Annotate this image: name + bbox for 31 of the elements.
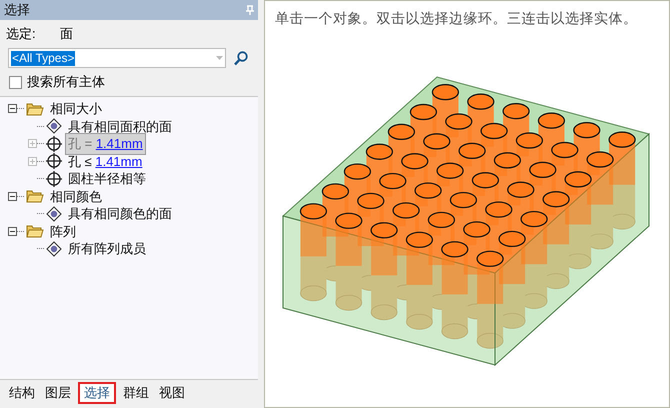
- value-link[interactable]: 1.41mm: [95, 154, 142, 168]
- folder-icon: [26, 102, 44, 116]
- dropdown-arrow-icon: [216, 56, 223, 60]
- search-icon[interactable]: [234, 50, 248, 66]
- tree-item[interactable]: 孔 = 1.41mm: [65, 133, 146, 154]
- folder-icon: [26, 189, 44, 204]
- checkbox[interactable]: [9, 76, 22, 88]
- expand-toggle[interactable]: [8, 226, 17, 236]
- viewport-hint: 单击一个对象。双击以选择边缘环。三连击以选择实体。: [274, 9, 638, 28]
- selection-value: 面: [60, 25, 73, 44]
- diamond-icon: [46, 240, 62, 257]
- tab[interactable]: 结构: [5, 382, 39, 404]
- expand-toggle[interactable]: [28, 156, 37, 166]
- folder-icon: [26, 224, 44, 238]
- expand-toggle[interactable]: [8, 192, 17, 201]
- checkbox-label: 搜索所有主体: [27, 73, 105, 92]
- tab[interactable]: 图层: [41, 382, 75, 404]
- value-link[interactable]: 1.41mm: [96, 136, 143, 151]
- crosshair-icon: [46, 170, 62, 187]
- selection-label: 选定:: [6, 25, 37, 44]
- diamond-icon: [46, 118, 62, 134]
- expand-toggle[interactable]: [28, 139, 37, 148]
- tab[interactable]: 群组: [119, 382, 153, 404]
- diamond-icon: [46, 206, 62, 222]
- crosshair-icon: [46, 136, 62, 152]
- tab[interactable]: 视图: [155, 382, 189, 404]
- type-dropdown[interactable]: <All Types>: [8, 48, 226, 68]
- crosshair-icon: [46, 153, 62, 170]
- tab[interactable]: 选择: [78, 382, 116, 404]
- panel-title: 选择: [4, 1, 30, 20]
- expand-toggle[interactable]: [8, 104, 17, 114]
